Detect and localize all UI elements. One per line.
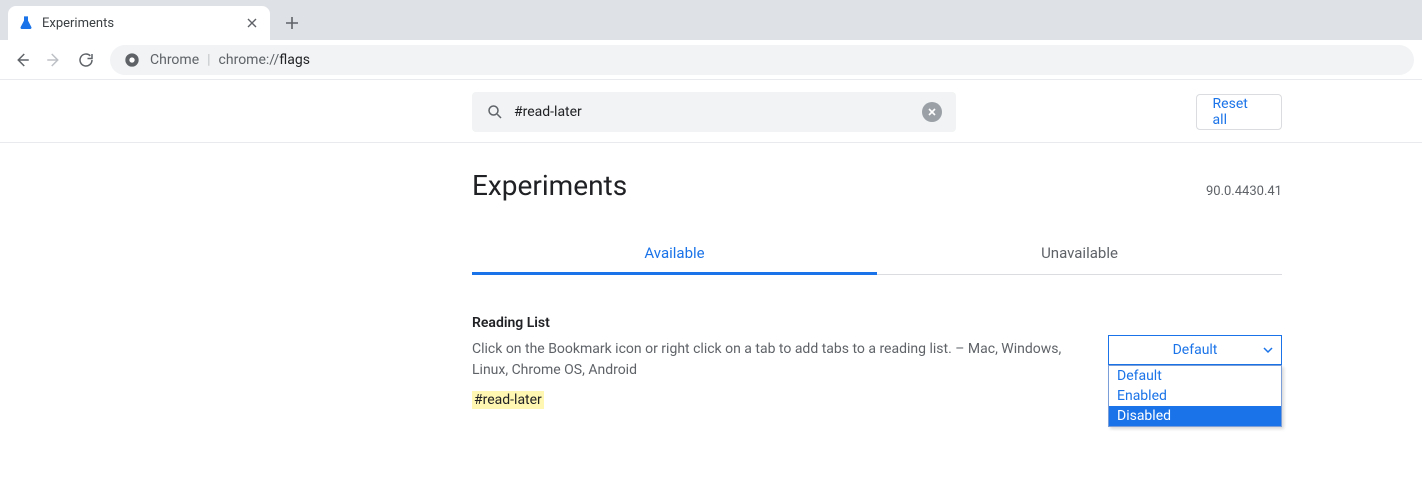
- chrome-icon: [124, 52, 140, 68]
- flag-dropdown-list: Default Enabled Disabled: [1108, 365, 1282, 427]
- url-separator: |: [207, 52, 210, 68]
- flag-item: Reading List Click on the Bookmark icon …: [472, 315, 1282, 408]
- reset-all-button[interactable]: Reset all: [1196, 94, 1282, 130]
- tab-available[interactable]: Available: [472, 232, 877, 274]
- forward-button[interactable]: [40, 46, 68, 74]
- search-value: #read-later: [514, 104, 922, 120]
- page-content: #read-later Reset all Experiments 90.0.4…: [0, 80, 1422, 500]
- version-text: 90.0.4430.41: [1206, 184, 1282, 199]
- browser-tab-title: Experiments: [42, 16, 244, 31]
- clear-search-icon[interactable]: [922, 102, 942, 122]
- reload-button[interactable]: [72, 46, 100, 74]
- close-icon[interactable]: [244, 15, 260, 31]
- flag-description: Click on the Bookmark icon or right clic…: [472, 339, 1068, 381]
- url-path: flags: [279, 52, 310, 68]
- option-enabled[interactable]: Enabled: [1109, 386, 1281, 406]
- reset-all-label: Reset all: [1213, 96, 1265, 128]
- flag-dropdown-value: Default: [1173, 342, 1218, 358]
- new-tab-button[interactable]: [278, 9, 306, 37]
- option-disabled[interactable]: Disabled: [1109, 406, 1281, 426]
- tabs: Available Unavailable: [472, 232, 1282, 275]
- chevron-down-icon: [1263, 345, 1273, 355]
- url-scheme: Chrome: [150, 52, 199, 68]
- tab-unavailable-label: Unavailable: [1041, 244, 1118, 262]
- search-flags-input[interactable]: #read-later: [472, 92, 956, 132]
- flag-hash: #read-later: [472, 391, 544, 409]
- back-button[interactable]: [8, 46, 36, 74]
- flag-dropdown[interactable]: Default: [1108, 335, 1282, 365]
- browser-toolbar: Chrome | chrome://flags: [0, 40, 1422, 80]
- tab-unavailable[interactable]: Unavailable: [877, 232, 1282, 274]
- address-bar[interactable]: Chrome | chrome://flags: [110, 45, 1414, 75]
- flag-name: Reading List: [472, 315, 1068, 331]
- url-host: chrome://: [219, 52, 280, 68]
- browser-tab[interactable]: Experiments: [8, 6, 270, 40]
- option-default[interactable]: Default: [1109, 366, 1281, 386]
- flask-icon: [18, 15, 34, 31]
- page-title: Experiments: [472, 169, 627, 202]
- browser-tabstrip: Experiments: [0, 0, 1422, 40]
- tab-available-label: Available: [644, 244, 704, 262]
- search-icon: [486, 103, 504, 121]
